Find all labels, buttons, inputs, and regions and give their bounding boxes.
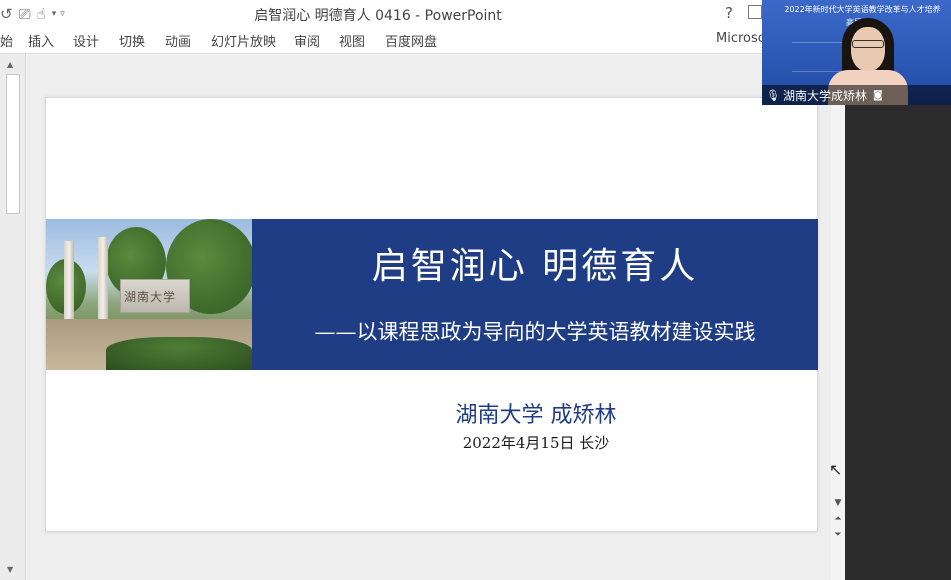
- video-background-heading: 2022年新时代大学英语教学改革与人才培养: [784, 5, 941, 14]
- tab-transitions[interactable]: 切换: [119, 31, 145, 50]
- slideshow-from-start-icon[interactable]: ⎚: [19, 4, 31, 24]
- stone-inscription: 湖南大学: [124, 290, 177, 304]
- slide-canvas[interactable]: 湖南大学 启智润心 明德育人 ——以课程思政为导向的大学英语教材建设实践 湖南大…: [45, 97, 818, 532]
- scrollbar-thumb[interactable]: [6, 74, 20, 214]
- participant-name: 湖南大学成矫林: [782, 88, 867, 103]
- slide-date-place[interactable]: 2022年4月15日 长沙: [406, 432, 666, 453]
- pillar-shape: [98, 237, 108, 323]
- pillar-shape: [64, 241, 74, 323]
- slide-main-title[interactable]: 启智润心 明德育人: [252, 237, 818, 289]
- microphone-icon: 🎙: [766, 88, 780, 102]
- tab-review[interactable]: 审阅: [294, 31, 320, 50]
- quick-access-toolbar: ↺ ⎚ ☝ ▾ ▿: [0, 3, 69, 25]
- hedge-shape: [106, 337, 252, 370]
- scroll-down-icon[interactable]: ▼: [7, 565, 13, 574]
- tab-animations[interactable]: 动画: [165, 31, 191, 50]
- touch-mode-dropdown-icon[interactable]: ▾: [52, 4, 57, 24]
- tab-insert[interactable]: 插入: [28, 31, 54, 50]
- side-panel-background: [845, 105, 951, 580]
- scroll-up-icon[interactable]: ▲: [7, 60, 13, 69]
- participant-glasses: [852, 40, 884, 48]
- scroll-down-icon[interactable]: ▼: [831, 498, 845, 514]
- account-name[interactable]: Microso: [716, 31, 766, 46]
- tab-design[interactable]: 设计: [73, 31, 99, 50]
- tab-baidu-netdisk[interactable]: 百度网盘: [385, 31, 437, 50]
- window-title: 启智润心 明德育人 0416 - PowerPoint: [254, 8, 502, 24]
- mouse-pointer-icon: ↖: [829, 460, 843, 479]
- campus-photo: 湖南大学: [46, 219, 252, 370]
- tab-slideshow[interactable]: 幻灯片放映: [211, 31, 276, 50]
- video-feed[interactable]: 2022年新时代大学英语教学改革与人才培养 高层 🎙 湖南大学成矫林 ◙: [762, 0, 951, 105]
- touch-mode-icon[interactable]: ☝: [37, 4, 46, 24]
- customize-qat-icon[interactable]: ▿: [60, 4, 65, 24]
- previous-slide-icon[interactable]: ⏶: [831, 514, 845, 530]
- camera-icon: ◙: [872, 89, 883, 101]
- participant-face: [851, 27, 885, 71]
- undo-icon[interactable]: ↺: [0, 4, 13, 24]
- ribbon-display-options-icon[interactable]: [748, 5, 762, 19]
- title-banner: 启智润心 明德育人 ——以课程思政为导向的大学英语教材建设实践: [252, 219, 818, 370]
- slide-author[interactable]: 湖南大学 成矫林: [396, 397, 676, 429]
- tab-home[interactable]: 始: [0, 31, 13, 50]
- participant-label: 🎙 湖南大学成矫林 ◙: [762, 85, 951, 105]
- tab-view[interactable]: 视图: [339, 31, 365, 50]
- next-slide-icon[interactable]: ⏷: [831, 530, 845, 546]
- vertical-scroll-controls: ▼ ⏶ ⏷: [831, 498, 845, 558]
- help-icon[interactable]: ?: [725, 4, 733, 22]
- thumbnail-pane-scrollbar[interactable]: ▲ ▼: [0, 54, 26, 580]
- slide-subtitle[interactable]: ——以课程思政为导向的大学英语教材建设实践: [252, 316, 818, 346]
